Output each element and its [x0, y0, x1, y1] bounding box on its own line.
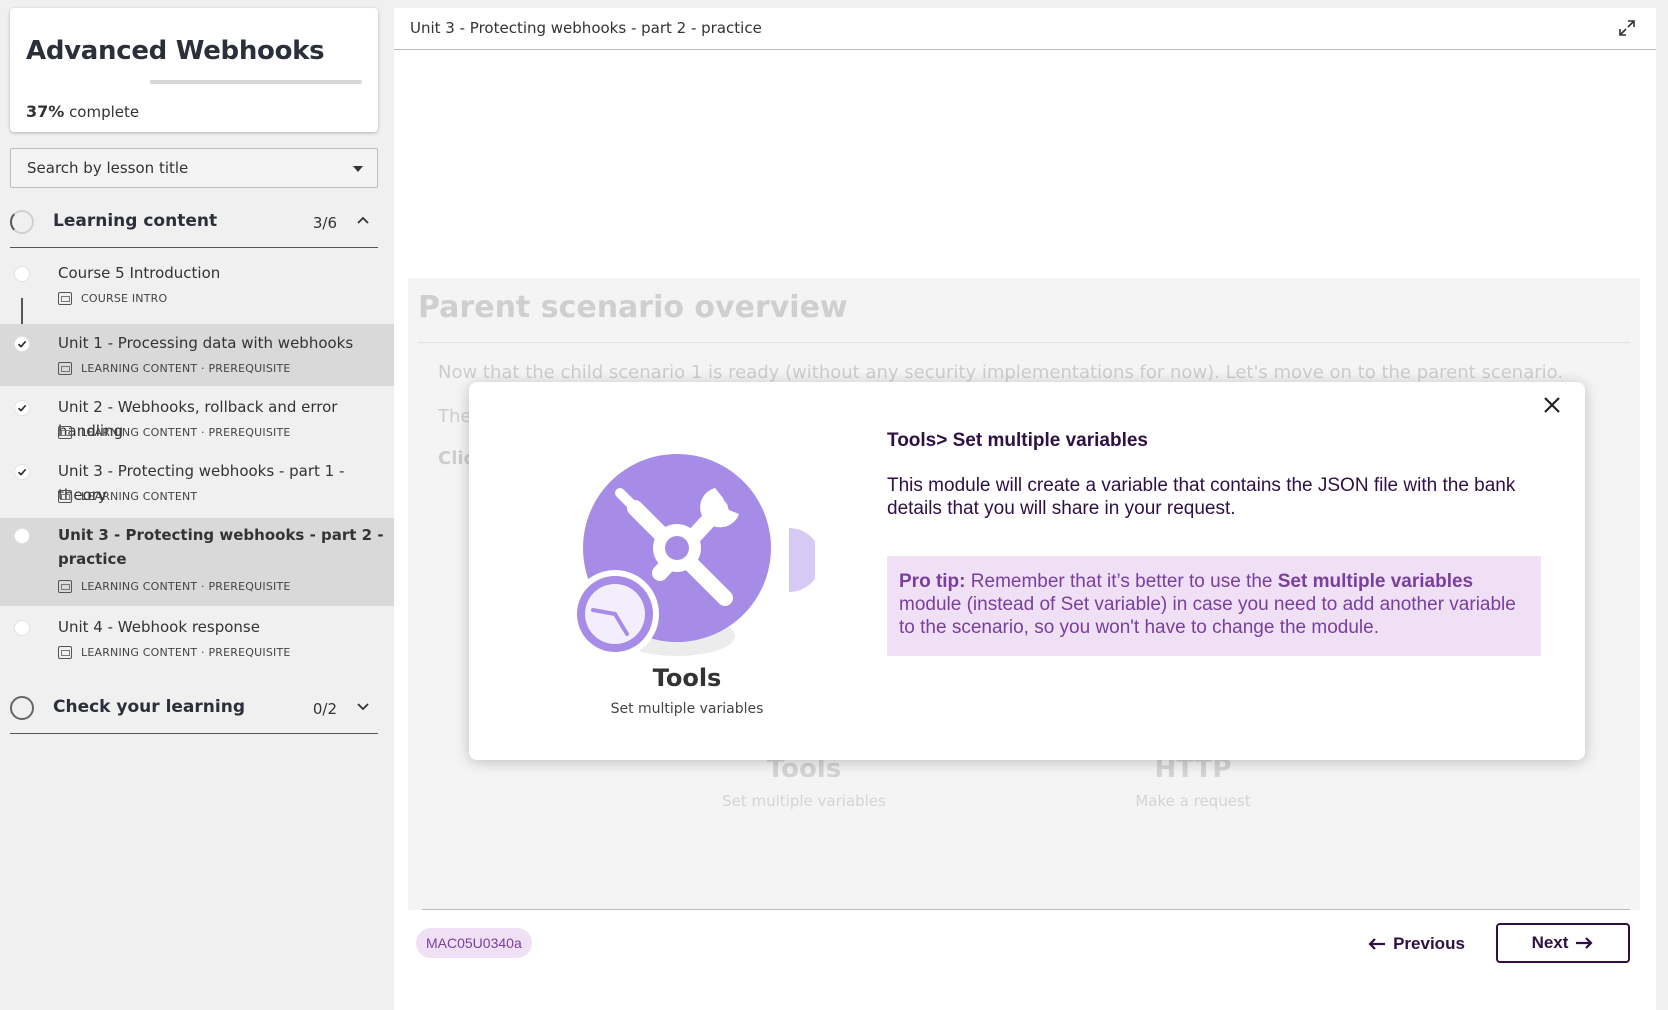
lesson-status-icon — [14, 620, 30, 636]
tools-module-icon — [571, 454, 815, 658]
modal-title: Tools> Set multiple variables — [887, 430, 1148, 451]
progress-bar-fill — [150, 80, 229, 84]
expand-icon[interactable] — [1618, 19, 1636, 37]
presentation-icon — [58, 426, 72, 439]
progress-ring-icon — [10, 696, 34, 720]
lesson-meta: LEARNING CONTENT · PREREQUISITE — [58, 362, 291, 375]
close-icon[interactable] — [1539, 392, 1565, 418]
module-info-modal: Tools Set multiple variables Tools> Set … — [469, 382, 1585, 760]
lesson-title: Unit 3 - Protecting webhooks - part 2 -p… — [58, 526, 384, 568]
lesson-title: Unit 4 - Webhook response — [58, 618, 260, 636]
arrow-right-icon — [1576, 937, 1593, 949]
lesson-search-select[interactable]: Search by lesson title — [10, 148, 378, 188]
tip-label: Pro tip: — [899, 571, 966, 592]
section-count: 0/2 — [312, 700, 337, 718]
presentation-icon — [58, 580, 72, 593]
section-label: Learning content — [53, 211, 218, 231]
previous-button[interactable]: Previous — [1354, 926, 1478, 962]
lesson-header: Unit 3 - Protecting webhooks - part 2 - … — [394, 8, 1656, 50]
current-lesson-icon — [14, 528, 30, 544]
content-paragraph: Now that the child scenario 1 is ready (… — [438, 362, 1564, 383]
lesson-title: Course 5 Introduction — [58, 264, 221, 282]
check-icon — [14, 464, 30, 480]
modal-description: This module will create a variable that … — [887, 475, 1516, 519]
lesson-meta: LEARNING CONTENT · PREREQUISITE — [58, 426, 291, 439]
course-progress-card: Advanced Webhooks 37% complete — [10, 8, 378, 132]
content-paragraph: The — [438, 406, 472, 427]
arrow-left-icon — [1368, 938, 1386, 950]
section-count: 3/6 — [312, 214, 337, 232]
tip-emphasis: Set multiple variables — [1277, 571, 1474, 592]
previous-label: Previous — [1393, 934, 1465, 953]
lesson-meta: LEARNING CONTENT — [58, 490, 197, 503]
document-icon — [58, 292, 72, 305]
course-title: Advanced Webhooks — [26, 36, 325, 66]
lesson-status-icon — [14, 266, 30, 282]
lesson-item[interactable]: Unit 2 - Webhooks, rollback and error ha… — [0, 390, 394, 450]
chevron-up-icon[interactable] — [356, 213, 370, 227]
progress-percent: 37% — [26, 102, 65, 121]
progress-suffix: complete — [64, 103, 140, 121]
section-check-your-learning[interactable]: Check your learning 0/2 — [10, 682, 378, 734]
lesson-meta: LEARNING CONTENT · PREREQUISITE — [58, 646, 291, 659]
check-icon — [14, 336, 30, 352]
section-learning-content[interactable]: Learning content 3/6 — [10, 196, 378, 248]
lesson-item-current[interactable]: Unit 3 - Protecting webhooks - part 2 -p… — [0, 518, 394, 606]
course-sidebar: Advanced Webhooks 37% complete Search by… — [0, 0, 394, 1010]
section-label: Check your learning — [53, 697, 245, 717]
progress-text: 37% complete — [26, 102, 139, 121]
pro-tip-box: Pro tip: Remember that it’s better to us… — [887, 556, 1541, 656]
lesson-header-title: Unit 3 - Protecting webhooks - part 2 - … — [410, 19, 762, 37]
next-button[interactable]: Next — [1496, 923, 1630, 963]
search-placeholder: Search by lesson title — [27, 159, 189, 177]
lesson-item[interactable]: Unit 1 - Processing data with webhooks L… — [0, 324, 394, 386]
check-icon — [14, 400, 30, 416]
tool-subtitle: Set multiple variables — [610, 701, 764, 717]
progress-ring-icon — [10, 210, 34, 234]
lesson-item[interactable]: Unit 3 - Protecting webhooks - part 1 - … — [0, 454, 394, 514]
lesson-item[interactable]: Unit 4 - Webhook response LEARNING CONTE… — [0, 610, 394, 670]
chevron-down-icon[interactable] — [356, 699, 370, 713]
tool-name: Tools — [652, 664, 722, 692]
next-label: Next — [1531, 933, 1569, 952]
module-caption-http: HTTP Make a request — [1135, 754, 1251, 810]
caret-down-icon — [353, 166, 363, 172]
lesson-item[interactable]: Course 5 Introduction COURSE INTRO — [0, 258, 394, 316]
lesson-meta: COURSE INTRO — [58, 292, 167, 305]
content-heading: Parent scenario overview — [418, 290, 848, 325]
presentation-icon — [58, 646, 72, 659]
progress-bar — [150, 80, 362, 84]
lesson-meta: LEARNING CONTENT · PREREQUISITE — [58, 580, 291, 593]
presentation-icon — [58, 362, 72, 375]
content-divider — [418, 342, 1630, 343]
lesson-title: Unit 1 - Processing data with webhooks — [58, 334, 354, 352]
footer-divider — [422, 909, 1630, 910]
presentation-icon — [58, 490, 72, 503]
module-caption-tools: Tools Set multiple variables — [722, 754, 886, 810]
lesson-code-badge: MAC05U0340a — [416, 928, 532, 958]
